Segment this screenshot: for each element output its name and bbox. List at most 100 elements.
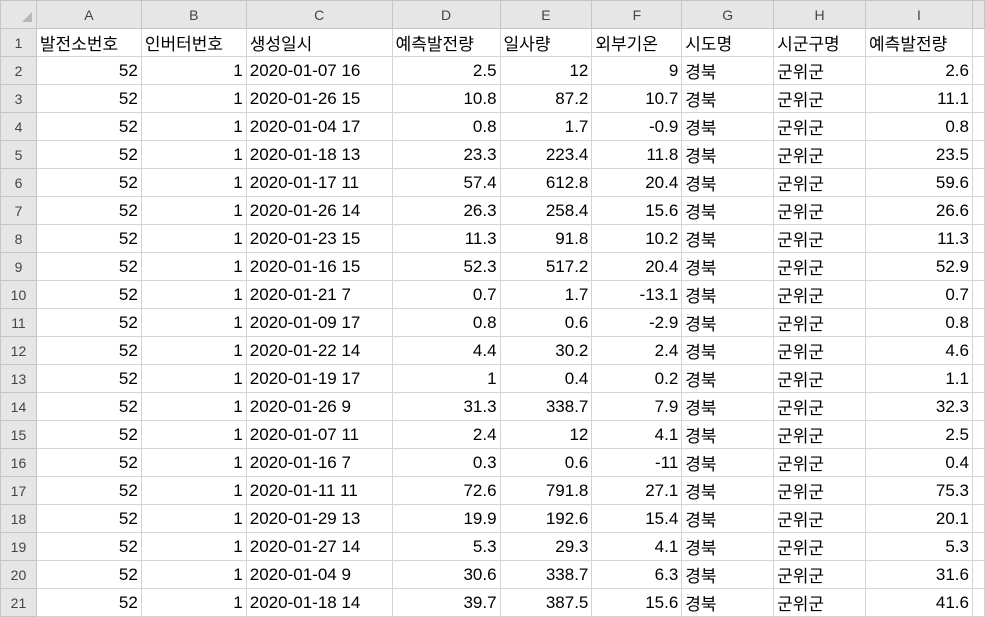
cell[interactable]: 2020-01-27 14 [245,532,393,561]
row-header[interactable]: 4 [0,112,37,141]
cell[interactable]: 52 [35,224,142,253]
row-header[interactable]: 17 [0,476,37,505]
cell[interactable] [971,252,985,281]
cell[interactable]: 1 [140,476,247,505]
cell[interactable]: 32.3 [865,392,973,421]
row-header[interactable]: 11 [0,308,37,337]
cell[interactable]: 경북 [681,532,775,561]
cell[interactable]: 1 [140,280,247,309]
cell[interactable] [971,560,985,589]
cell[interactable]: 19.9 [391,504,501,533]
cell[interactable]: 경북 [681,392,775,421]
row-header[interactable]: 15 [0,420,37,449]
cell[interactable]: 338.7 [499,392,593,421]
cell[interactable]: 경북 [681,84,775,113]
cell[interactable]: 일사량 [499,28,593,57]
cell[interactable]: 52 [35,336,142,365]
cell[interactable]: 0.3 [391,448,501,477]
row-header[interactable]: 19 [0,532,37,561]
column-header-f[interactable]: F [591,0,683,29]
column-header-g[interactable]: G [681,0,775,29]
cell[interactable]: 2020-01-29 13 [245,504,393,533]
cell[interactable]: 군위군 [773,532,867,561]
cell[interactable]: 2.4 [591,336,683,365]
cell[interactable]: 2020-01-26 15 [245,84,393,113]
cell[interactable]: 예측발전량 [865,28,973,57]
cell[interactable]: 52.9 [865,252,973,281]
cell[interactable]: 11.1 [865,84,973,113]
cell[interactable] [971,420,985,449]
cell[interactable]: 2020-01-07 11 [245,420,393,449]
cell[interactable]: 4.6 [865,336,973,365]
cell[interactable]: 군위군 [773,112,867,141]
cell[interactable]: 52 [35,168,142,197]
cell[interactable]: 0.7 [391,280,501,309]
row-header[interactable]: 6 [0,168,37,197]
cell[interactable]: 1 [140,504,247,533]
cell[interactable]: 1 [140,588,247,617]
cell[interactable]: 612.8 [499,168,593,197]
cell[interactable] [971,504,985,533]
cell[interactable]: 2.5 [865,420,973,449]
cell[interactable]: 군위군 [773,504,867,533]
cell[interactable]: 27.1 [591,476,683,505]
cell[interactable]: 2020-01-19 17 [245,364,393,393]
cell[interactable]: 72.6 [391,476,501,505]
cell[interactable]: 52 [35,84,142,113]
cell[interactable]: 52 [35,504,142,533]
row-header[interactable]: 12 [0,336,37,365]
cell[interactable]: 군위군 [773,560,867,589]
cell[interactable]: 2020-01-26 9 [245,392,393,421]
cell[interactable]: 군위군 [773,336,867,365]
cell[interactable]: 경북 [681,252,775,281]
cell[interactable]: 20.4 [591,252,683,281]
column-header-extra[interactable] [971,0,985,29]
cell[interactable]: 경북 [681,140,775,169]
select-all-triangle-icon[interactable] [22,12,32,22]
cell[interactable] [971,56,985,85]
cell[interactable] [971,168,985,197]
cell[interactable]: 1 [140,196,247,225]
cell[interactable] [971,392,985,421]
cell[interactable] [971,308,985,337]
cell[interactable]: -11 [591,448,683,477]
cell[interactable]: 52 [35,476,142,505]
cell[interactable] [971,336,985,365]
cell[interactable]: 경북 [681,420,775,449]
cell[interactable]: 2020-01-04 17 [245,112,393,141]
cell[interactable]: 경북 [681,448,775,477]
cell[interactable]: 2.4 [391,420,501,449]
cell[interactable]: 1 [140,252,247,281]
cell[interactable]: 15.6 [591,588,683,617]
cell[interactable]: 0.4 [865,448,973,477]
cell[interactable]: 192.6 [499,504,593,533]
row-header[interactable]: 20 [0,560,37,589]
cell[interactable]: 4.1 [591,420,683,449]
cell[interactable]: 75.3 [865,476,973,505]
cell[interactable]: 26.6 [865,196,973,225]
cell[interactable]: 52 [35,420,142,449]
cell[interactable]: 11.3 [391,224,501,253]
cell[interactable] [971,588,985,617]
cell[interactable]: 1 [140,308,247,337]
cell[interactable]: 경북 [681,560,775,589]
cell[interactable]: 0.4 [499,364,593,393]
cell[interactable]: 1 [140,448,247,477]
cell[interactable] [971,224,985,253]
cell[interactable]: 0.2 [591,364,683,393]
cell[interactable]: 7.9 [591,392,683,421]
cell[interactable]: 2020-01-16 15 [245,252,393,281]
cell[interactable]: 군위군 [773,448,867,477]
cell[interactable]: 387.5 [499,588,593,617]
column-header-e[interactable]: E [499,0,593,29]
cell[interactable]: 1.7 [499,280,593,309]
cell[interactable]: 52.3 [391,252,501,281]
cell[interactable] [971,280,985,309]
cell[interactable]: 52 [35,448,142,477]
cell[interactable] [971,196,985,225]
cell[interactable]: 10.2 [591,224,683,253]
cell[interactable]: 1 [140,336,247,365]
cell[interactable]: 군위군 [773,56,867,85]
row-header[interactable]: 7 [0,196,37,225]
cell[interactable]: -13.1 [591,280,683,309]
